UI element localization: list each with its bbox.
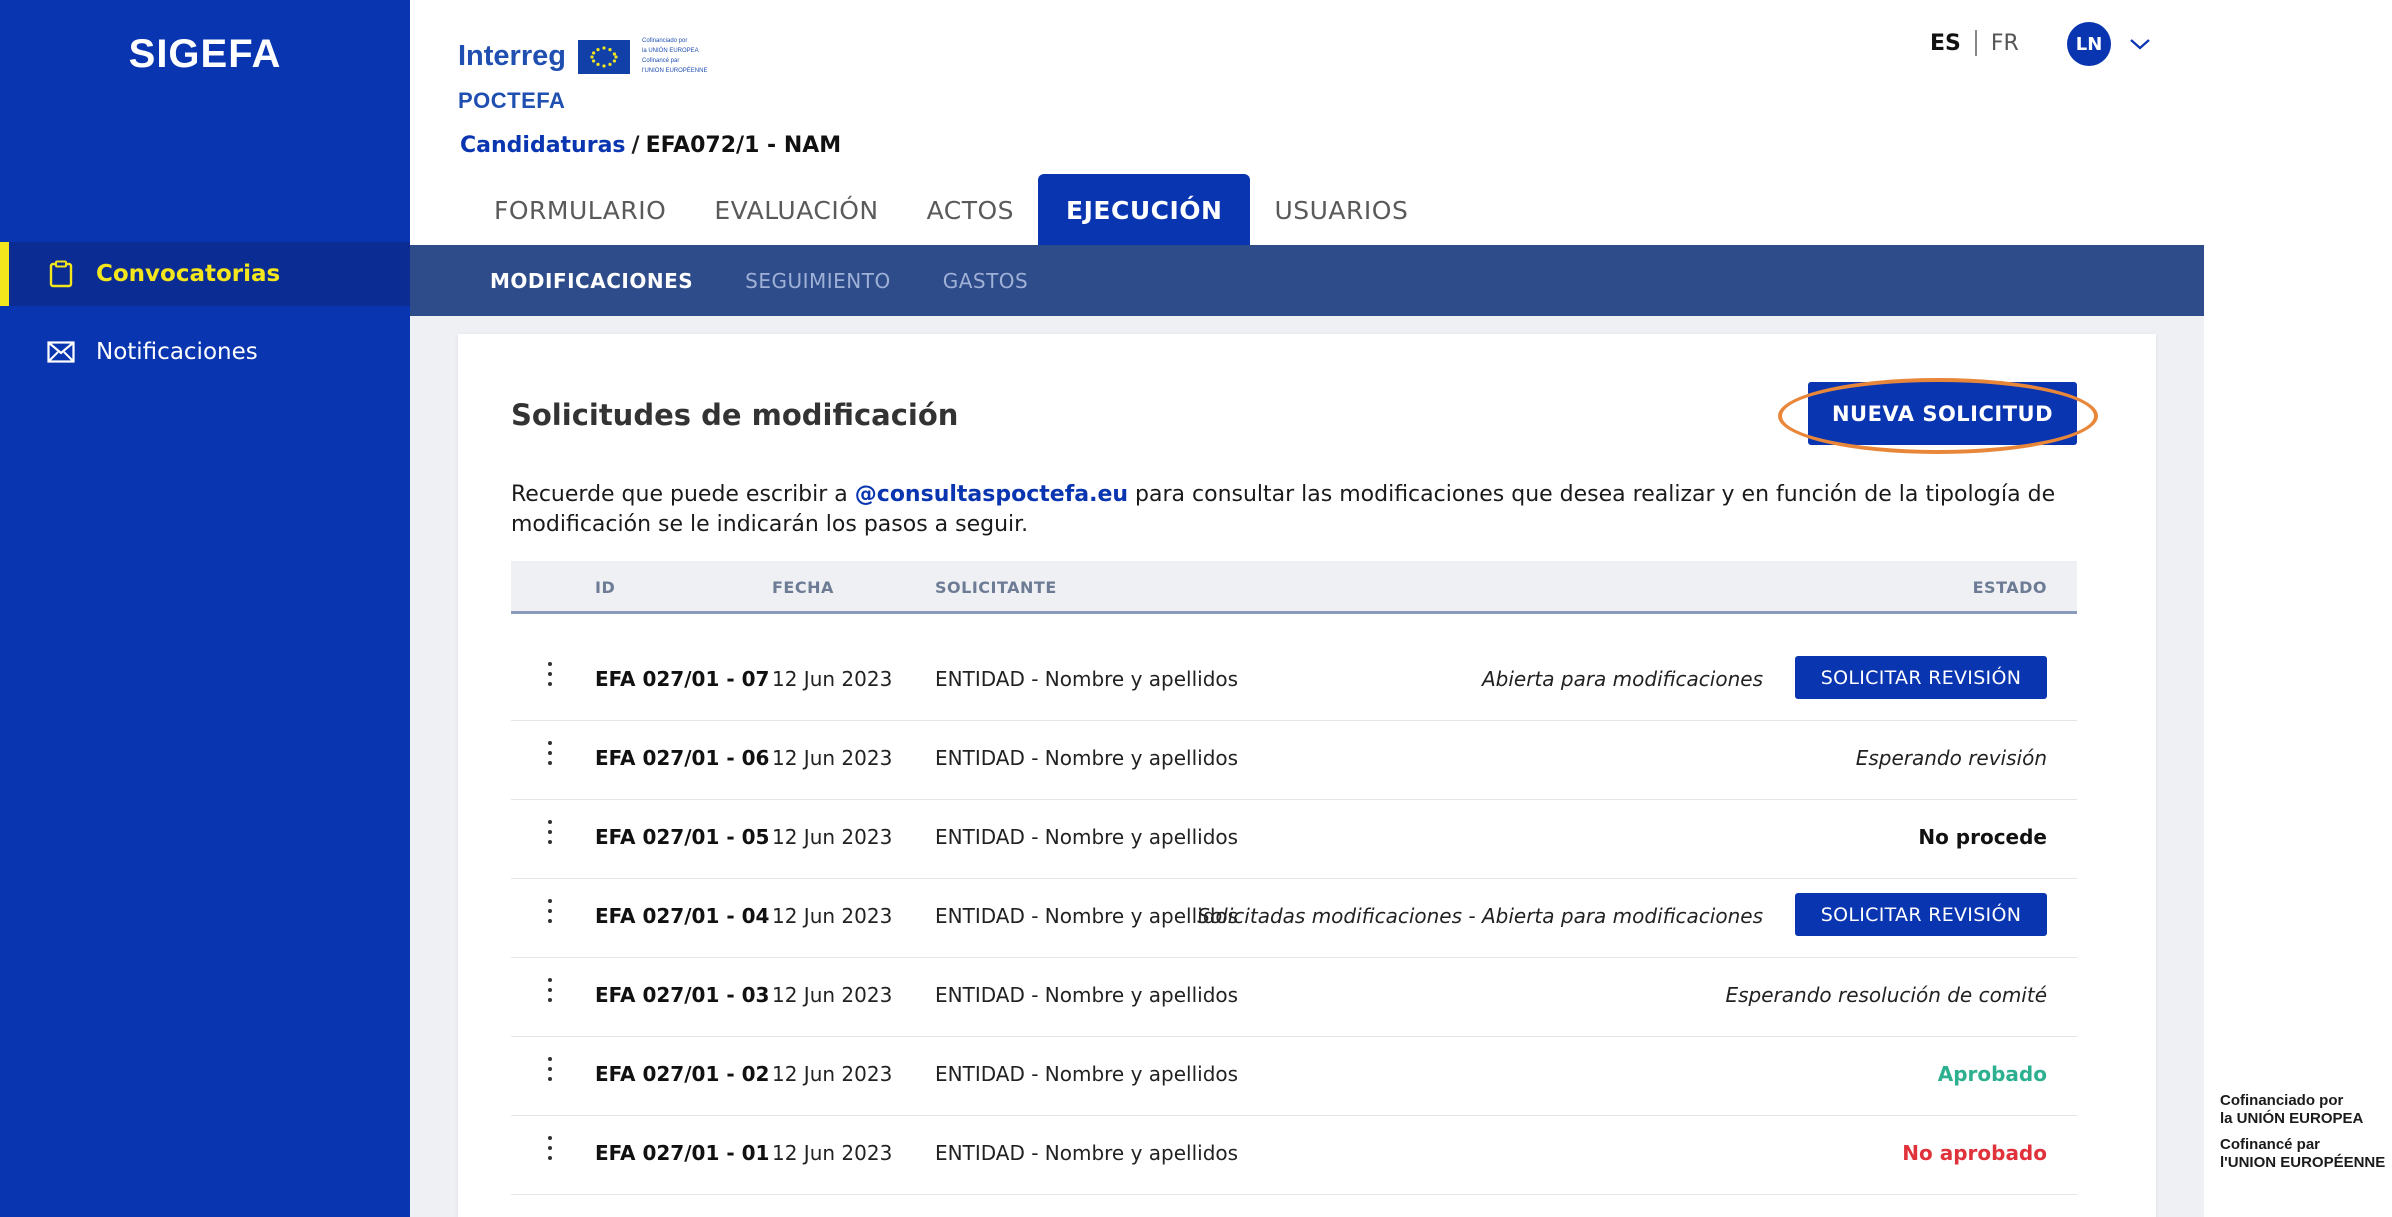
language-switcher: ES FR <box>1930 30 2019 56</box>
cofinanced-label: Cofinanciado por la UNIÓN EUROPEA Cofina… <box>2220 1092 2386 1171</box>
column-id: ID <box>595 578 616 597</box>
cell-fecha: 12 Jun 2023 <box>772 667 893 691</box>
main-tabs: FORMULARIO EVALUACIÓN ACTOS EJECUCIÓN US… <box>470 174 1432 246</box>
cell-id: EFA 027/01 - 02 <box>595 1062 770 1086</box>
status-text: No procede <box>1918 825 2047 849</box>
info-text: Recuerde que puede escribir a @consultas… <box>511 482 2056 537</box>
interreg-logo: Interreg Cofinanciado por la UNIÓN EUROP… <box>458 38 707 75</box>
request-review-button[interactable]: SOLICITAR REVISIÓN <box>1795 656 2047 699</box>
cell-id: EFA 027/01 - 06 <box>595 746 770 770</box>
status-text: Solicitadas modificaciones - Abierta par… <box>1197 904 1763 928</box>
sidebar-item-label: Notificaciones <box>96 339 258 365</box>
breadcrumb-current: EFA072/1 - NAM <box>645 133 842 158</box>
column-solicitante: SOLICITANTE <box>935 578 1057 597</box>
cell-fecha: 12 Jun 2023 <box>772 904 893 928</box>
kebab-menu-icon[interactable] <box>547 1136 553 1170</box>
kebab-menu-icon[interactable] <box>547 741 553 775</box>
kebab-menu-icon[interactable] <box>547 662 553 696</box>
eu-flag-icon <box>577 39 630 74</box>
breadcrumb-link[interactable]: Candidaturas <box>460 133 626 158</box>
sidebar: SIGEFA Convocatorias Notificaciones <box>0 0 410 1217</box>
cell-fecha: 12 Jun 2023 <box>772 746 893 770</box>
kebab-menu-icon[interactable] <box>547 978 553 1012</box>
column-estado: ESTADO <box>1972 578 2047 597</box>
status-text: Aprobado <box>1937 1062 2047 1086</box>
cell-id: EFA 027/01 - 01 <box>595 1141 770 1165</box>
highlight-annotation <box>1778 378 2098 454</box>
subtab-seguimiento[interactable]: SEGUIMIENTO <box>719 269 917 293</box>
table-row: EFA 027/01 - 03 12 Jun 2023 ENTIDAD - No… <box>511 958 2077 1037</box>
table-row: EFA 027/01 - 04 12 Jun 2023 ENTIDAD - No… <box>511 879 2077 958</box>
breadcrumb: Candidaturas / EFA072/1 - NAM <box>460 133 841 158</box>
status-text: Esperando revisión <box>1855 746 2047 770</box>
logo-word: Interreg <box>458 40 566 72</box>
status-text: Esperando resolución de comité <box>1725 983 2047 1007</box>
breadcrumb-separator: / <box>631 133 640 158</box>
cell-id: EFA 027/01 - 04 <box>595 904 770 928</box>
lang-fr[interactable]: FR <box>1991 31 2019 56</box>
table-row: EFA 027/01 - 07 12 Jun 2023 ENTIDAD - No… <box>511 642 2077 721</box>
kebab-menu-icon[interactable] <box>547 1057 553 1091</box>
lang-divider <box>1974 30 1977 56</box>
tab-actos[interactable]: ACTOS <box>903 174 1038 246</box>
page-title: Solicitudes de modificación <box>511 398 959 432</box>
cell-solicitante: ENTIDAD - Nombre y apellidos <box>935 825 1239 849</box>
cell-solicitante: ENTIDAD - Nombre y apellidos <box>935 746 1239 770</box>
cell-solicitante: ENTIDAD - Nombre y apellidos <box>935 1141 1239 1165</box>
kebab-menu-icon[interactable] <box>547 820 553 854</box>
tab-evaluacion[interactable]: EVALUACIÓN <box>690 174 902 246</box>
sub-navigation: MODIFICACIONES SEGUIMIENTO GASTOS <box>410 245 2204 316</box>
avatar[interactable]: LN <box>2067 22 2111 66</box>
subtab-modificaciones[interactable]: MODIFICACIONES <box>410 269 719 293</box>
lang-es[interactable]: ES <box>1930 31 1961 56</box>
tab-ejecucion[interactable]: EJECUCIÓN <box>1038 174 1251 246</box>
cell-fecha: 12 Jun 2023 <box>772 825 893 849</box>
subtab-gastos[interactable]: GASTOS <box>917 269 1055 293</box>
tab-formulario[interactable]: FORMULARIO <box>470 174 690 246</box>
kebab-menu-icon[interactable] <box>547 899 553 933</box>
contact-email-link[interactable]: @consultaspoctefa.eu <box>855 482 1128 507</box>
chevron-down-icon[interactable] <box>2126 30 2154 58</box>
cell-id: EFA 027/01 - 07 <box>595 667 770 691</box>
tab-usuarios[interactable]: USUARIOS <box>1250 174 1432 246</box>
cell-solicitante: ENTIDAD - Nombre y apellidos <box>935 983 1239 1007</box>
cell-id: EFA 027/01 - 03 <box>595 983 770 1007</box>
clipboard-icon <box>46 259 76 289</box>
table-header: ID FECHA SOLICITANTE ESTADO <box>511 561 2077 614</box>
envelope-icon <box>46 337 76 367</box>
sidebar-item-label: Convocatorias <box>96 261 281 287</box>
cell-fecha: 12 Jun 2023 <box>772 1141 893 1165</box>
table-row: EFA 027/01 - 01 12 Jun 2023 ENTIDAD - No… <box>511 1116 2077 1195</box>
request-review-button[interactable]: SOLICITAR REVISIÓN <box>1795 893 2047 936</box>
sidebar-item-notificaciones[interactable]: Notificaciones <box>0 320 410 384</box>
column-fecha: FECHA <box>772 578 834 597</box>
eu-caption: Cofinanciado por la UNIÓN EUROPEA Cofina… <box>641 38 708 74</box>
cell-solicitante: ENTIDAD - Nombre y apellidos <box>935 667 1239 691</box>
table-row: EFA 027/01 - 06 12 Jun 2023 ENTIDAD - No… <box>511 721 2077 800</box>
status-text: No aprobado <box>1902 1141 2047 1165</box>
sidebar-item-convocatorias[interactable]: Convocatorias <box>0 242 410 306</box>
status-text: Abierta para modificaciones <box>1481 667 1763 691</box>
cell-id: EFA 027/01 - 05 <box>595 825 770 849</box>
cell-fecha: 12 Jun 2023 <box>772 983 893 1007</box>
app-brand[interactable]: SIGEFA <box>0 32 410 77</box>
cell-solicitante: ENTIDAD - Nombre y apellidos <box>935 1062 1239 1086</box>
cell-fecha: 12 Jun 2023 <box>772 1062 893 1086</box>
logo-program: POCTEFA <box>458 88 566 113</box>
table-row: EFA 027/01 - 05 12 Jun 2023 ENTIDAD - No… <box>511 800 2077 879</box>
table-row: EFA 027/01 - 02 12 Jun 2023 ENTIDAD - No… <box>511 1037 2077 1116</box>
cell-solicitante: ENTIDAD - Nombre y apellidos <box>935 904 1239 928</box>
